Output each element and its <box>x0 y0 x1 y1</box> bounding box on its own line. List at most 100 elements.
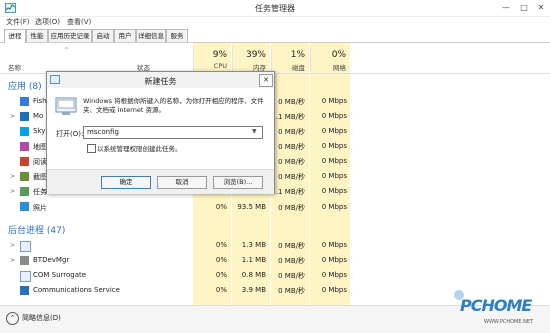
disk-value: 0 MB/秒 <box>278 173 305 181</box>
disk-value: 0 MB/秒 <box>278 287 305 295</box>
dialog-description: Windows 将根据你所键入的名称，为你打开相应的程序、文件夹、文档或 Int… <box>83 97 264 114</box>
admin-privileges-label: 以系统管理权限创建此任务。 <box>97 145 182 153</box>
cpu-value: 0% <box>215 271 227 279</box>
network-value: 0 Mbps <box>321 271 347 279</box>
browse-button[interactable]: 浏览(B)... <box>213 176 263 189</box>
sort-arrow-icon: ^ <box>64 47 70 54</box>
memory-usage-percent[interactable]: 39% <box>232 50 266 60</box>
open-input[interactable]: msconfig <box>83 126 263 139</box>
network-value: 0 Mbps <box>321 127 347 135</box>
tab-details[interactable]: 详细信息 <box>136 29 166 42</box>
disk-value: .1 MB/秒 <box>275 188 305 196</box>
tab-app-history[interactable]: 应用历史记录 <box>48 29 92 42</box>
cpu-value: 0% <box>215 203 227 211</box>
memory-value: 3.9 MB <box>241 286 266 294</box>
fish-app-icon <box>20 97 29 106</box>
column-disk-header[interactable]: 磁盘 <box>271 62 305 72</box>
process-name: Fish <box>33 97 47 105</box>
expand-chevron-icon[interactable]: > <box>10 113 15 120</box>
com-surrogate-icon <box>20 271 31 282</box>
cpu-value: 0% <box>215 256 227 264</box>
photos-app-icon <box>20 202 29 211</box>
network-value: 0 Mbps <box>321 203 347 211</box>
tab-performance[interactable]: 性能 <box>26 29 48 42</box>
cpu-value: 0% <box>215 286 227 294</box>
close-window-button[interactable]: ✕ <box>532 0 550 16</box>
network-usage-percent[interactable]: 0% <box>310 50 346 60</box>
table-row[interactable]: 照片 0% 93.5 MB 0 MB/秒 0 Mbps <box>0 199 350 214</box>
tab-services[interactable]: 服务 <box>166 29 188 42</box>
disk-value: 0 MB/秒 <box>278 128 305 136</box>
window-title: 任务管理器 <box>255 4 295 13</box>
expand-chevron-icon[interactable]: > <box>10 188 15 195</box>
process-name: Mo <box>33 112 44 120</box>
disk-usage-percent[interactable]: 1% <box>271 50 305 60</box>
maximize-button[interactable]: □ <box>515 0 533 16</box>
disk-value: .1 MB/秒 <box>275 113 305 121</box>
process-name: Sky <box>33 127 46 135</box>
network-value: 0 Mbps <box>321 286 347 294</box>
watermark-url: WWW.PCHOME.NET <box>484 319 534 325</box>
tab-users[interactable]: 用户 <box>114 29 136 42</box>
disk-value: 0 MB/秒 <box>278 158 305 166</box>
process-name: 截图 <box>33 173 47 181</box>
disk-value: 0 MB/秒 <box>278 98 305 106</box>
table-row[interactable]: > BTDevMgr 0% 1.1 MB 0 MB/秒 0 Mbps <box>0 253 350 268</box>
table-row[interactable]: Communications Service 0% 3.9 MB 0 MB/秒 … <box>0 283 350 298</box>
dialog-title-bar: 新建任务 ✕ <box>47 72 274 88</box>
maps-app-icon <box>20 142 29 151</box>
disk-value: 0 MB/秒 <box>278 204 305 212</box>
group-apps-title[interactable]: 应用 (8) <box>8 79 42 92</box>
ok-button[interactable]: 确定 <box>101 176 151 189</box>
new-task-dialog: 新建任务 ✕ Windows 将根据你所键入的名称，为你打开相应的程序、文件夹、… <box>46 71 275 194</box>
admin-privileges-checkbox[interactable] <box>87 144 96 153</box>
network-value: 0 Mbps <box>321 112 347 120</box>
fewer-details-link[interactable]: 简略信息(D) <box>22 313 61 323</box>
network-value: 0 Mbps <box>321 142 347 150</box>
dropdown-chevron-icon[interactable]: ▼ <box>252 128 257 135</box>
network-value: 0 Mbps <box>321 157 347 165</box>
process-name: Communications Service <box>33 286 120 294</box>
cpu-value: 0% <box>215 241 227 249</box>
communications-service-icon <box>20 286 29 295</box>
network-value: 0 Mbps <box>321 97 347 105</box>
expand-chevron-icon[interactable]: > <box>10 257 15 264</box>
pchome-watermark: PCHOME WWW.PCHOME.NET <box>454 290 550 332</box>
btdevmgr-icon <box>20 256 29 265</box>
movie-app-icon <box>20 112 29 121</box>
column-cpu-header[interactable]: CPU <box>193 62 227 70</box>
menu-file[interactable]: 文件(F) <box>6 17 30 27</box>
memory-value: 1.3 MB <box>241 241 266 249</box>
group-background-title[interactable]: 后台进程 (47) <box>8 223 65 236</box>
column-network-header[interactable]: 网络 <box>310 62 346 72</box>
disk-value: 0 MB/秒 <box>278 272 305 280</box>
skype-app-icon <box>20 127 29 136</box>
generic-process-icon <box>20 241 31 252</box>
table-row[interactable]: COM Surrogate 0% 0.8 MB 0 MB/秒 0 Mbps <box>0 268 350 283</box>
cpu-usage-percent[interactable]: 9% <box>193 50 227 60</box>
minimize-button[interactable]: — <box>497 0 515 16</box>
network-value: 0 Mbps <box>321 241 347 249</box>
menu-view[interactable]: 查看(V) <box>67 17 91 27</box>
expand-chevron-icon[interactable]: > <box>10 242 15 249</box>
network-value: 0 Mbps <box>321 256 347 264</box>
tab-startup[interactable]: 启动 <box>92 29 114 42</box>
process-name: 地图 <box>33 143 47 151</box>
process-name: 照片 <box>33 204 47 212</box>
tab-processes[interactable]: 进程 <box>4 29 26 43</box>
dialog-close-button[interactable]: ✕ <box>259 74 273 87</box>
table-row[interactable]: > 0% 1.3 MB 0 MB/秒 0 Mbps <box>0 238 350 253</box>
column-name-header[interactable]: 名称 <box>8 62 21 72</box>
memory-value: 0.8 MB <box>241 271 266 279</box>
expand-chevron-icon[interactable]: > <box>10 173 15 180</box>
network-value: 0 Mbps <box>321 187 347 195</box>
process-name: BTDevMgr <box>33 256 70 264</box>
collapse-chevron-icon[interactable]: ^ <box>6 312 19 325</box>
dialog-title: 新建任务 <box>144 77 177 86</box>
task-manager-row-icon <box>20 187 29 196</box>
run-program-icon <box>55 97 77 115</box>
snipping-tool-icon <box>20 172 29 181</box>
cancel-button[interactable]: 取消 <box>157 176 207 189</box>
menu-options[interactable]: 选项(O) <box>35 17 60 27</box>
tab-bar: 进程 性能 应用历史记录 启动 用户 详细信息 服务 <box>0 28 550 43</box>
